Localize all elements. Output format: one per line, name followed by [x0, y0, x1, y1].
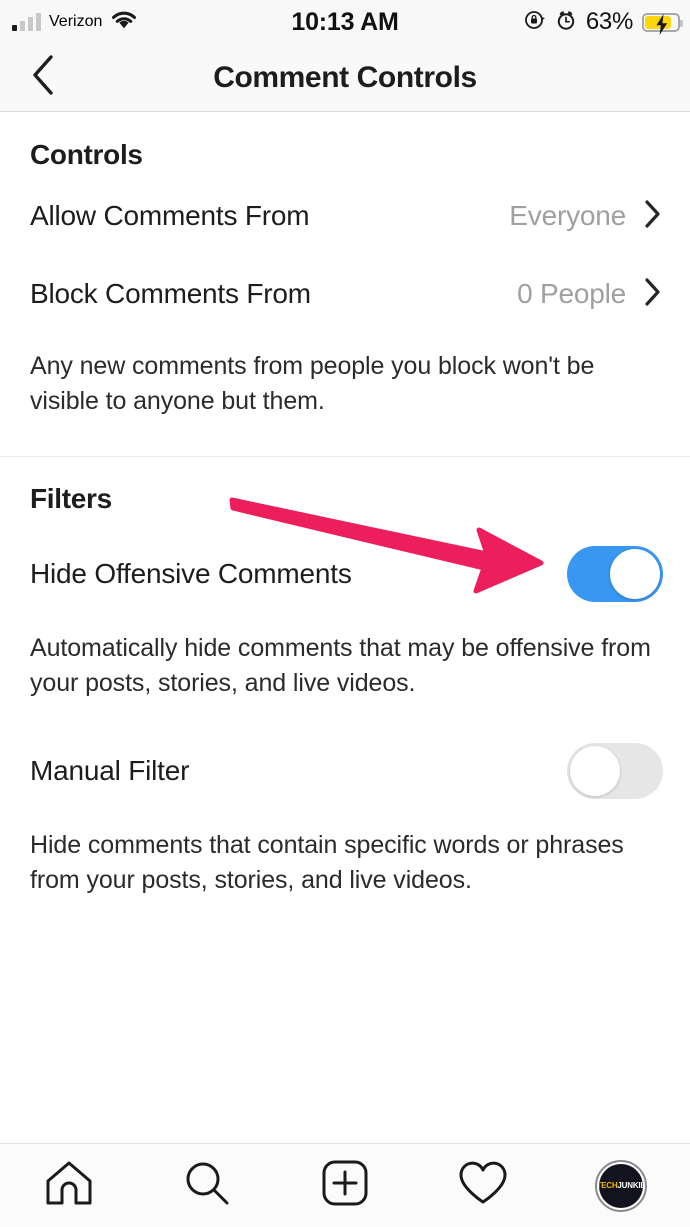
hide-offensive-comments-label: Hide Offensive Comments [30, 558, 352, 589]
tab-activity[interactable] [414, 1144, 552, 1227]
chevron-right-icon [644, 199, 662, 234]
tab-home[interactable] [0, 1144, 138, 1227]
tab-search[interactable] [138, 1144, 276, 1227]
filters-section-heading: Filters [30, 483, 112, 514]
settings-content: Controls Allow Comments From Everyone Bl… [0, 113, 690, 1143]
manual-filter-toggle[interactable] [567, 743, 663, 799]
allow-comments-from-value-group: Everyone [509, 199, 662, 234]
battery-charging-icon [642, 12, 683, 35]
toggle-knob [610, 549, 660, 599]
block-comments-from-value-group: 0 People [517, 277, 662, 312]
manual-filter-row: Manual Filter [0, 728, 690, 814]
battery-percent-label: 63% [585, 8, 633, 35]
block-comments-from-label: Block Comments From [30, 278, 311, 309]
hide-offensive-comments-toggle[interactable] [567, 546, 663, 602]
search-icon [182, 1158, 232, 1213]
add-post-icon [320, 1158, 370, 1213]
toggle-knob [570, 746, 620, 796]
instagram-comment-controls-screen: Verizon 10:13 AM 63% Comment Controls Co… [0, 0, 690, 1227]
allow-comments-from-label: Allow Comments From [30, 200, 310, 231]
avatar-label-primary: TECH [599, 1180, 618, 1190]
status-bar-right: 63% [524, 8, 683, 36]
avatar-inner: TECHJUNKIE [599, 1163, 643, 1208]
chevron-right-icon [644, 277, 662, 312]
activity-heart-icon [456, 1158, 510, 1213]
controls-helper-text: Any new comments from people you block w… [30, 352, 595, 415]
controls-section-heading: Controls [30, 139, 143, 170]
block-comments-from-value: 0 People [517, 278, 626, 309]
hide-offensive-comments-row: Hide Offensive Comments [0, 531, 690, 617]
avatar-label: TECHJUNKIE [599, 1180, 643, 1190]
status-bar: Verizon 10:13 AM 63% [0, 0, 690, 44]
bottom-tab-bar: TECHJUNKIE [0, 1143, 690, 1227]
page-title: Comment Controls [213, 60, 477, 94]
rotation-lock-icon [524, 9, 546, 36]
allow-comments-from-row[interactable]: Allow Comments From Everyone [0, 177, 690, 255]
tab-profile[interactable]: TECHJUNKIE [552, 1144, 690, 1227]
navigation-header: Comment Controls [0, 44, 690, 112]
hide-offensive-comments-helper-text: Automatically hide comments that may be … [30, 634, 651, 697]
profile-avatar: TECHJUNKIE [595, 1159, 647, 1212]
manual-filter-label: Manual Filter [30, 755, 190, 786]
tab-add-post[interactable] [276, 1144, 414, 1227]
block-comments-from-row[interactable]: Block Comments From 0 People [0, 255, 690, 333]
avatar-label-secondary: JUNKIE [617, 1180, 643, 1190]
alarm-clock-icon [555, 9, 577, 36]
home-icon [43, 1158, 95, 1213]
allow-comments-from-value: Everyone [509, 200, 626, 231]
manual-filter-helper-text: Hide comments that contain specific word… [30, 831, 624, 894]
